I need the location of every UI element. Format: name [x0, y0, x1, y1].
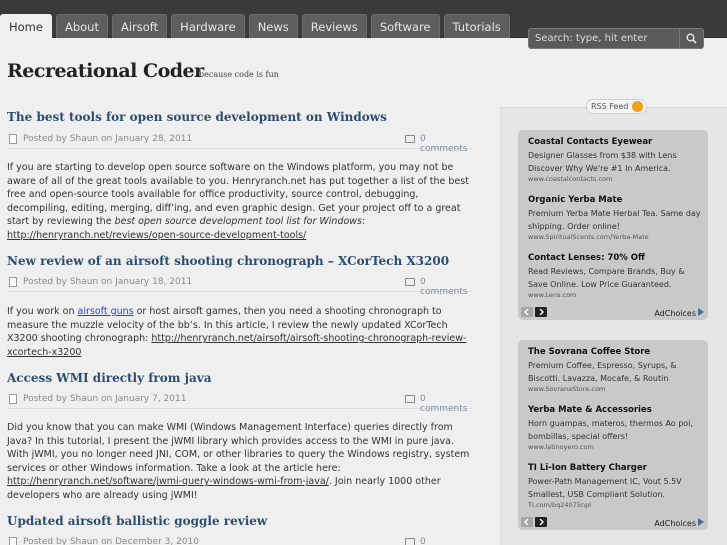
post-title[interactable]: The best tools for open source developme…	[7, 110, 387, 124]
adchoices-link[interactable]: AdChoices	[654, 308, 704, 318]
ad-next-button[interactable]	[535, 307, 547, 317]
ad-description: Premium Yerba Mate Herbal Tea. Same day …	[528, 209, 701, 231]
ad-item[interactable]: Organic Yerba Mate Premium Yerba Mate He…	[528, 195, 704, 242]
ad-description: Read Reviews, Compare Brands, Buy & Save…	[528, 267, 685, 289]
search-input[interactable]	[529, 29, 679, 48]
tab-reviews[interactable]: Reviews	[301, 14, 367, 38]
post-byline: Posted by Shaun on January 28, 2011	[23, 134, 193, 144]
comments-link[interactable]: 0 comments	[420, 394, 473, 414]
comment-icon	[405, 278, 415, 286]
adchoices-label: AdChoices	[654, 309, 696, 318]
ad-previous-button[interactable]	[521, 307, 533, 317]
chevron-left-icon	[524, 309, 529, 315]
post-body: Did you know that you can make WMI (Wind…	[7, 421, 477, 503]
search-box	[528, 28, 704, 49]
post-body: If you work on airsoft guns or host airs…	[7, 305, 477, 359]
adchoices-link[interactable]: AdChoices	[654, 518, 704, 528]
ad-title[interactable]: The Sovrana Coffee Store	[528, 347, 704, 358]
ad-next-button[interactable]	[535, 517, 547, 527]
comments-link[interactable]: 0 comments	[420, 537, 473, 545]
site-title[interactable]: Recreational Coder	[7, 60, 204, 82]
ad-item[interactable]: Contact Lenses: 70% Off Read Reviews, Co…	[528, 253, 704, 300]
ad-url[interactable]: www.coastalcontacts.com	[528, 175, 704, 184]
post-meta: Posted by Shaun on January 18, 2011 0 co…	[7, 276, 473, 297]
ad-box: The Sovrana Coffee Store Premium Coffee,…	[518, 340, 708, 530]
post-byline: Posted by Shaun on December 3, 2010	[23, 537, 199, 545]
post-link[interactable]: http://henryranch.net/software/jwmi-quer…	[7, 476, 329, 487]
post-meta: Posted by Shaun on December 3, 2010 0 co…	[7, 536, 473, 545]
document-icon	[9, 394, 17, 404]
adchoices-icon	[698, 308, 704, 316]
post-meta: Posted by Shaun on January 7, 2011 0 com…	[7, 393, 473, 414]
post-byline: Posted by Shaun on January 7, 2011	[23, 394, 187, 404]
post-link[interactable]: http://henryranch.net/reviews/open-sourc…	[7, 230, 306, 241]
ad-url[interactable]: www.SovranaStore.com	[528, 385, 704, 394]
ad-item[interactable]: Yerba Mate & Accessories Horn guampas, m…	[528, 405, 704, 452]
post-title[interactable]: Updated airsoft ballistic goggle review	[7, 514, 267, 528]
tab-news[interactable]: News	[248, 14, 298, 38]
post-title[interactable]: Access WMI directly from java	[7, 371, 212, 385]
ad-title[interactable]: Yerba Mate & Accessories	[528, 405, 704, 416]
tab-about[interactable]: About	[55, 14, 108, 38]
post-text: Did you know that you can make WMI (Wind…	[7, 422, 470, 474]
ad-title[interactable]: Organic Yerba Mate	[528, 195, 704, 206]
post-byline: Posted by Shaun on January 18, 2011	[23, 277, 193, 287]
ad-previous-button[interactable]	[521, 517, 533, 527]
search-button[interactable]	[679, 29, 703, 48]
post-link-airsoft-guns[interactable]: airsoft guns	[78, 306, 134, 317]
search-icon	[686, 33, 697, 44]
adchoices-label: AdChoices	[654, 519, 696, 528]
ad-title[interactable]: Coastal Contacts Eyewear	[528, 137, 704, 148]
chevron-right-icon	[539, 519, 544, 525]
document-icon	[9, 537, 17, 545]
ad-description: Power-Path Management IC, Vout 5.5V Smal…	[528, 477, 682, 499]
ad-description: Designer Glasses from $38 with Lens Disc…	[528, 151, 677, 173]
post-title[interactable]: New review of an airsoft shooting chrono…	[7, 254, 449, 268]
comments-link[interactable]: 0 comments	[420, 134, 473, 154]
comments-link[interactable]: 0 comments	[420, 277, 473, 297]
ad-url[interactable]: www.Lens.com	[528, 291, 704, 300]
comment-icon	[405, 135, 415, 143]
chevron-right-icon	[539, 309, 544, 315]
post-emphasis: best open source development tool list f…	[114, 216, 363, 228]
document-icon	[9, 277, 17, 287]
ad-title[interactable]: TI Li-Ion Battery Charger	[528, 463, 704, 474]
ad-item[interactable]: The Sovrana Coffee Store Premium Coffee,…	[528, 347, 704, 394]
adchoices-icon	[698, 518, 704, 526]
chevron-left-icon	[524, 519, 529, 525]
comment-icon	[405, 538, 415, 545]
tab-home[interactable]: Home	[0, 14, 52, 38]
ad-box: Coastal Contacts Eyewear Designer Glasse…	[518, 130, 708, 320]
rss-icon	[632, 101, 644, 112]
tab-software[interactable]: Software	[370, 14, 440, 38]
tab-tutorials[interactable]: Tutorials	[443, 14, 510, 38]
tab-hardware[interactable]: Hardware	[171, 14, 245, 38]
ad-title[interactable]: Contact Lenses: 70% Off	[528, 253, 704, 264]
comment-icon	[405, 395, 415, 403]
ad-url[interactable]: www.SpiritualScents.com/Yerba-Mate	[528, 233, 704, 242]
document-icon	[9, 134, 17, 144]
nav-tabs: Home About Airsoft Hardware News Reviews…	[0, 14, 510, 38]
rss-label: RSS Feed	[591, 102, 629, 111]
ad-item[interactable]: Coastal Contacts Eyewear Designer Glasse…	[528, 137, 704, 184]
post-body: If you are starting to develop open sour…	[7, 161, 477, 243]
ad-url[interactable]: TI.com/bq24075npl	[528, 501, 704, 510]
ad-description: Premium Coffee, Espresso, Syrups, & Bisc…	[528, 361, 677, 383]
ad-item[interactable]: TI Li-Ion Battery Charger Power-Path Man…	[528, 463, 704, 510]
rss-feed-link[interactable]: RSS Feed	[586, 99, 648, 114]
tab-airsoft[interactable]: Airsoft	[111, 14, 168, 38]
post-text: If you work on	[7, 306, 78, 317]
ad-url[interactable]: www.latinoyero.com	[528, 443, 704, 452]
site-tagline: because code is fun	[199, 70, 279, 79]
post-meta: Posted by Shaun on January 28, 2011 0 co…	[7, 133, 473, 154]
ad-description: Horn guampas, materos, thermos Ao poi, b…	[528, 419, 693, 441]
post-text: :	[362, 216, 366, 228]
